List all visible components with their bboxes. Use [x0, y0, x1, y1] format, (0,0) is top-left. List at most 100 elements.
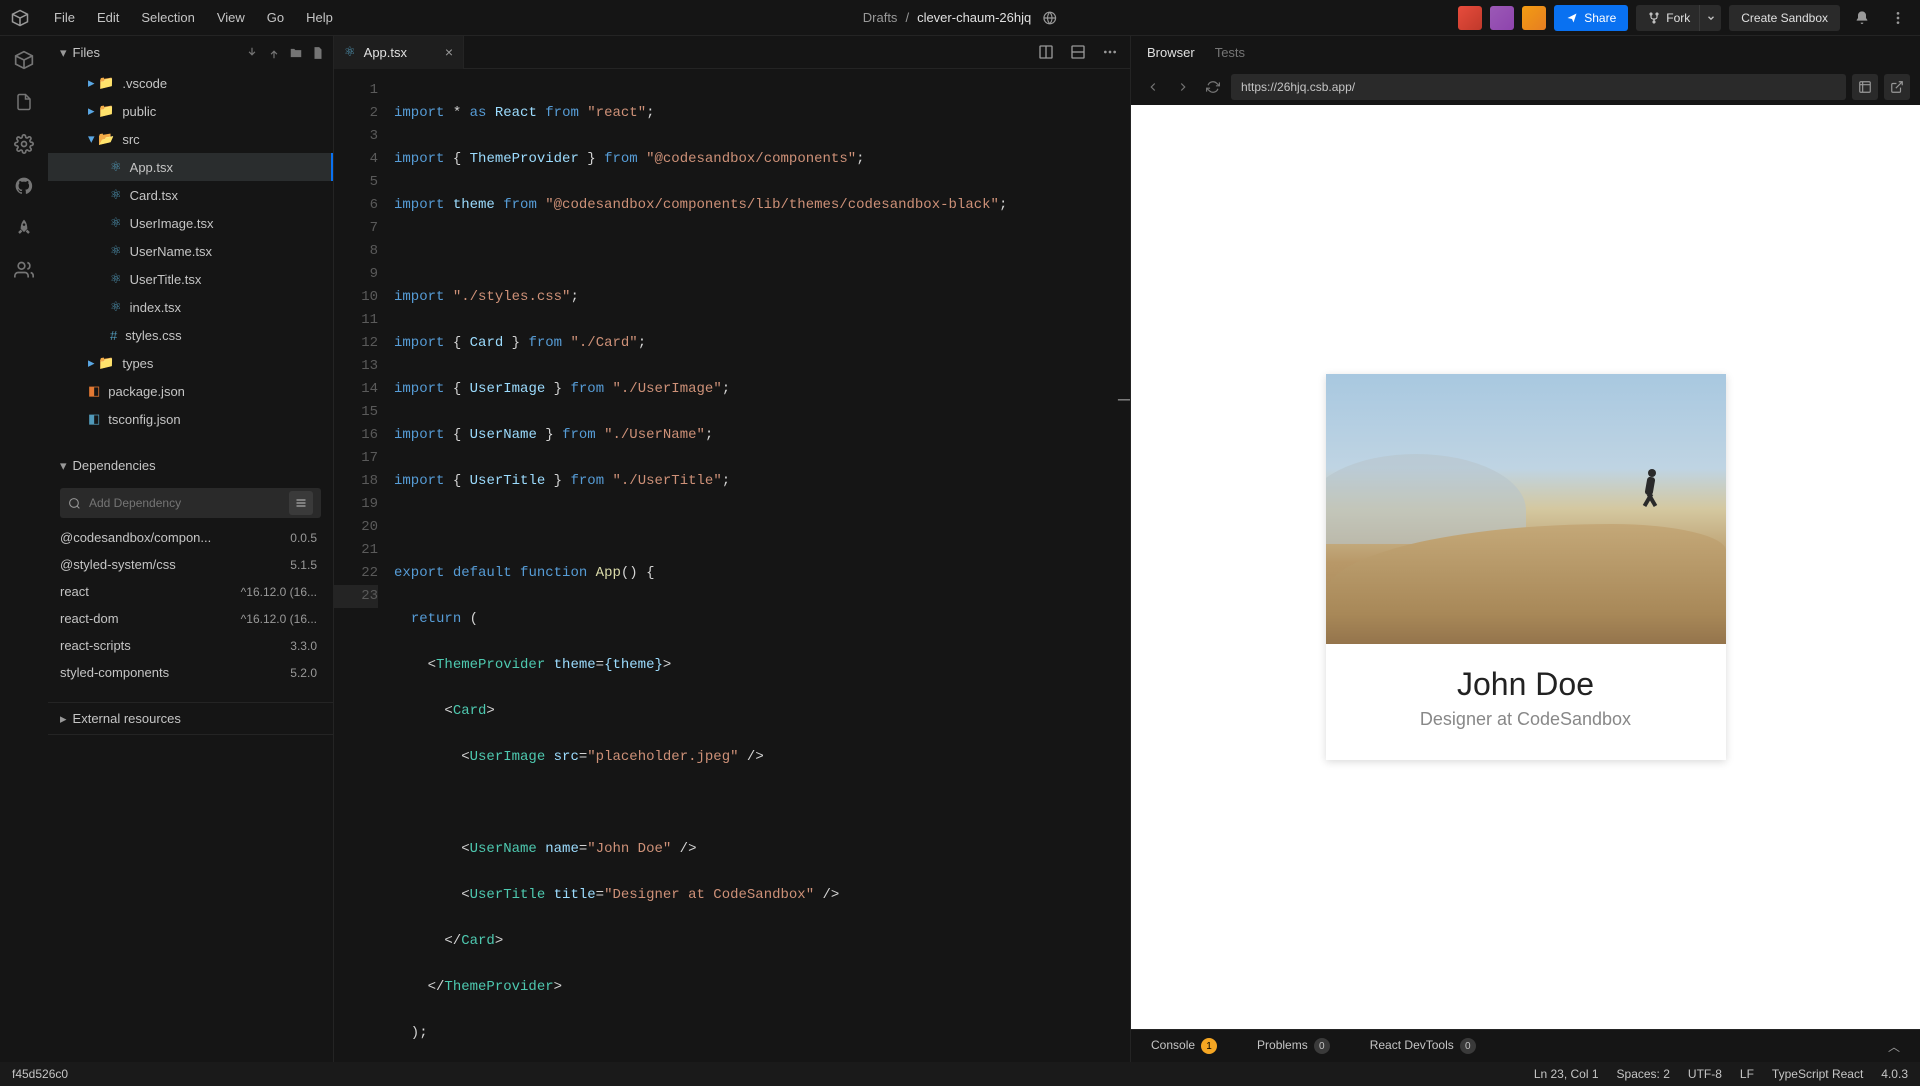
preview-card: John Doe Designer at CodeSandbox	[1326, 374, 1726, 760]
responsive-icon[interactable]	[1852, 74, 1878, 100]
menu-selection[interactable]: Selection	[131, 6, 204, 29]
file-app-tsx[interactable]: ⚛App.tsx	[48, 153, 333, 181]
menu-view[interactable]: View	[207, 6, 255, 29]
split-vertical-icon[interactable]	[1032, 40, 1060, 64]
file-tsconfig-json[interactable]: ◧tsconfig.json	[48, 405, 333, 433]
back-icon[interactable]	[1141, 75, 1165, 99]
reload-icon[interactable]	[1201, 75, 1225, 99]
editor-tab-app[interactable]: ⚛ App.tsx ×	[334, 36, 464, 69]
dependency-row[interactable]: react-dom^16.12.0 (16...	[48, 605, 333, 632]
forward-icon[interactable]	[1171, 75, 1195, 99]
add-dependency-input[interactable]	[89, 496, 281, 510]
menu-edit[interactable]: Edit	[87, 6, 129, 29]
files-header[interactable]: ▾ Files	[48, 36, 333, 69]
folder-icon: ▸ 📁	[88, 355, 114, 371]
file-card-tsx[interactable]: ⚛Card.tsx	[48, 181, 333, 209]
react-devtools-tab[interactable]: React DevTools0	[1370, 1038, 1476, 1055]
status-language[interactable]: TypeScript React	[1772, 1067, 1863, 1081]
status-encoding[interactable]: UTF-8	[1688, 1067, 1722, 1081]
url-bar: https://26hjq.csb.app/	[1131, 69, 1920, 105]
status-spaces[interactable]: Spaces: 2	[1617, 1067, 1670, 1081]
dependency-row[interactable]: @codesandbox/compon...0.0.5	[48, 524, 333, 551]
status-line-col[interactable]: Ln 23, Col 1	[1534, 1067, 1599, 1081]
close-icon[interactable]: ×	[445, 44, 453, 60]
new-folder-icon[interactable]	[289, 46, 303, 60]
file-icon[interactable]	[12, 90, 36, 114]
dependencies-header[interactable]: ▾ Dependencies	[48, 449, 333, 482]
dependency-row[interactable]: react-scripts3.3.0	[48, 632, 333, 659]
add-dependency-field[interactable]	[60, 488, 321, 518]
url-input[interactable]: https://26hjq.csb.app/	[1231, 74, 1846, 100]
file-styles-css[interactable]: #styles.css	[48, 321, 333, 349]
chevron-down-icon: ▾	[60, 45, 67, 61]
folder-types[interactable]: ▸ 📁types	[48, 349, 333, 377]
split-horizontal-icon[interactable]	[1064, 40, 1092, 64]
file-index-tsx[interactable]: ⚛index.tsx	[48, 293, 333, 321]
status-ts-version[interactable]: 4.0.3	[1881, 1067, 1908, 1081]
rocket-icon[interactable]	[12, 216, 36, 240]
open-window-icon[interactable]	[1884, 74, 1910, 100]
external-resources-header[interactable]: ▸ External resources	[48, 702, 333, 735]
chevron-down-icon: ▾	[60, 458, 67, 474]
chevron-up-icon[interactable]: ︿	[1888, 1038, 1900, 1055]
file-userimage-tsx[interactable]: ⚛UserImage.tsx	[48, 209, 333, 237]
file-package-json[interactable]: ◧package.json	[48, 377, 333, 405]
breadcrumb-root[interactable]: Drafts	[863, 10, 898, 25]
react-file-icon: ⚛	[344, 44, 356, 60]
menu-file[interactable]: File	[44, 6, 85, 29]
status-eol[interactable]: LF	[1740, 1067, 1754, 1081]
dependency-row[interactable]: @styled-system/css5.1.5	[48, 551, 333, 578]
fork-button[interactable]: Fork	[1636, 5, 1702, 31]
tab-browser[interactable]: Browser	[1147, 45, 1195, 60]
folder-src[interactable]: ▾ 📂src	[48, 125, 333, 153]
menu-go[interactable]: Go	[257, 6, 294, 29]
code-content[interactable]: import * as React from "react"; import {…	[394, 69, 1130, 1062]
bell-icon[interactable]	[1848, 5, 1876, 31]
react-file-icon: ⚛	[110, 215, 122, 231]
line-gutter: 1234567891011121314151617181920212223	[334, 69, 394, 1062]
more-horizontal-icon[interactable]	[1096, 40, 1124, 64]
users-icon[interactable]	[12, 258, 36, 282]
folder-vscode[interactable]: ▸ 📁.vscode	[48, 69, 333, 97]
hamburger-icon[interactable]	[289, 491, 313, 515]
status-bar: f45d526c0 Ln 23, Col 1 Spaces: 2 UTF-8 L…	[0, 1062, 1920, 1086]
fork-dropdown[interactable]	[1699, 5, 1721, 31]
breadcrumb: Drafts / clever-chaum-26hjq	[863, 10, 1057, 25]
folder-icon: ▸ 📁	[88, 103, 114, 119]
file-username-tsx[interactable]: ⚛UserName.tsx	[48, 237, 333, 265]
menu-help[interactable]: Help	[296, 6, 343, 29]
codesandbox-logo-icon[interactable]	[8, 6, 32, 30]
share-button[interactable]: Share	[1554, 5, 1628, 31]
dependency-row[interactable]: styled-components5.2.0	[48, 659, 333, 686]
console-tab[interactable]: Console1	[1151, 1038, 1217, 1055]
commit-hash[interactable]: f45d526c0	[12, 1067, 68, 1081]
json-file-icon: ◧	[88, 383, 100, 399]
more-vertical-icon[interactable]	[1884, 5, 1912, 31]
avatar[interactable]	[1522, 6, 1546, 30]
split-marker-icon[interactable]: —	[1118, 389, 1130, 412]
new-file-icon[interactable]	[311, 46, 325, 60]
avatar[interactable]	[1490, 6, 1514, 30]
devtools-bar: Console1 Problems0 React DevTools0 ︿	[1131, 1029, 1920, 1062]
problems-tab[interactable]: Problems0	[1257, 1038, 1330, 1055]
gear-icon[interactable]	[12, 132, 36, 156]
tab-tests[interactable]: Tests	[1215, 45, 1245, 60]
chevron-right-icon: ▸	[60, 711, 67, 727]
download-icon[interactable]	[245, 46, 259, 60]
upload-icon[interactable]	[267, 46, 281, 60]
create-sandbox-button[interactable]: Create Sandbox	[1729, 5, 1840, 31]
card-image	[1326, 374, 1726, 644]
code-editor[interactable]: 1234567891011121314151617181920212223 im…	[334, 69, 1130, 1062]
ts-file-icon: ◧	[88, 411, 100, 427]
editor-tabs: ⚛ App.tsx ×	[334, 36, 1130, 69]
cube-icon[interactable]	[12, 48, 36, 72]
github-icon[interactable]	[12, 174, 36, 198]
avatar[interactable]	[1458, 6, 1482, 30]
breadcrumb-separator: /	[905, 10, 909, 25]
breadcrumb-project[interactable]: clever-chaum-26hjq	[917, 10, 1031, 25]
dependency-row[interactable]: react^16.12.0 (16...	[48, 578, 333, 605]
folder-public[interactable]: ▸ 📁public	[48, 97, 333, 125]
search-icon	[68, 497, 81, 510]
preview-iframe: John Doe Designer at CodeSandbox	[1131, 105, 1920, 1029]
file-usertitle-tsx[interactable]: ⚛UserTitle.tsx	[48, 265, 333, 293]
